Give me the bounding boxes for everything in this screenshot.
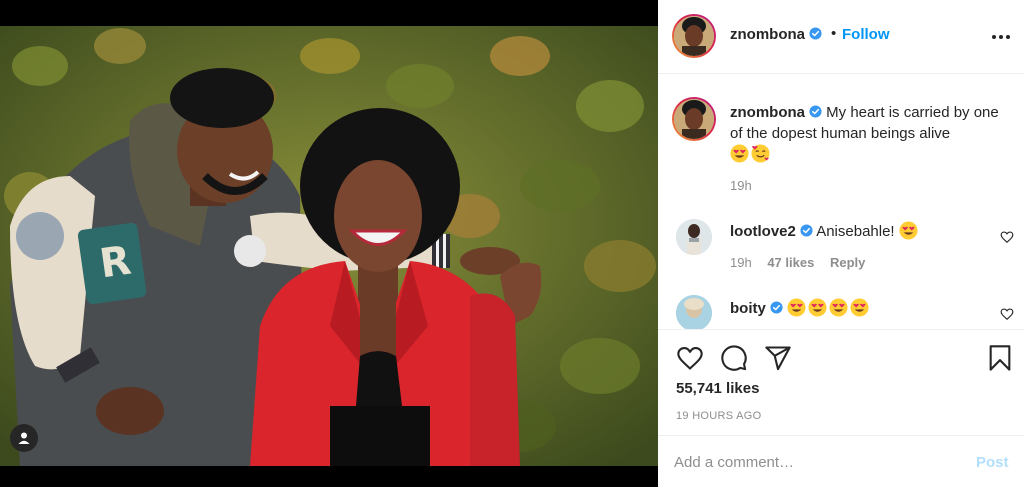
heart-eyes-emoji-icon	[899, 221, 918, 240]
verified-badge-icon	[800, 224, 813, 237]
user-tag-icon	[18, 432, 30, 444]
comment-avatar[interactable]	[676, 219, 712, 255]
avatar-image	[674, 16, 714, 56]
save-bookmark-icon[interactable]	[986, 344, 1014, 372]
comment-meta: 19h 47 likes Reply	[730, 255, 877, 270]
smiling-face-with-hearts-emoji-icon	[751, 144, 770, 163]
comment-body: Anisebahle!	[816, 223, 895, 240]
comment-icon[interactable]	[720, 344, 748, 372]
caption: znombona My heart is carried by one of t…	[730, 102, 1010, 165]
post-timestamp[interactable]: 19 HOURS AGO	[676, 410, 762, 422]
verified-badge-icon	[809, 105, 822, 118]
svg-text:R: R	[97, 238, 134, 288]
heart-eyes-emoji-icon	[808, 298, 827, 317]
comment-emoji-row	[787, 298, 871, 317]
share-icon[interactable]	[764, 344, 792, 372]
comment-likes[interactable]: 47 likes	[767, 255, 814, 270]
verified-badge-icon	[770, 301, 783, 314]
avatar-image	[674, 99, 714, 139]
like-comment-heart-icon[interactable]	[1000, 230, 1014, 244]
heart-eyes-emoji-icon	[829, 298, 848, 317]
comment-input[interactable]	[674, 450, 954, 474]
like-comment-heart-icon[interactable]	[1000, 307, 1014, 321]
comment-username[interactable]: boity	[730, 300, 766, 317]
comment-username[interactable]: lootlove2	[730, 223, 796, 240]
comment-text: lootlove2 Anisebahle!	[730, 221, 920, 240]
likes-count[interactable]: 55,741 likes	[676, 380, 759, 397]
post-photo-area: R	[0, 0, 658, 487]
comment-text: boity	[730, 298, 871, 317]
caption-avatar[interactable]	[672, 97, 716, 141]
header-username[interactable]: znombona	[730, 26, 822, 43]
post-photo[interactable]: R	[0, 26, 658, 466]
caption-time[interactable]: 19h	[730, 178, 752, 193]
reply-button[interactable]: Reply	[830, 255, 865, 270]
post-actions: 55,741 likes 19 HOURS AGO	[658, 329, 1024, 435]
header-separator: •	[831, 25, 837, 42]
caption-username[interactable]: znombona	[730, 104, 805, 121]
post-header: znombona • Follow	[658, 0, 1024, 74]
more-options-icon[interactable]	[990, 27, 1012, 47]
post-side-panel: znombona • Follow znombona My heart is c…	[658, 0, 1024, 487]
follow-button[interactable]: Follow	[842, 26, 890, 43]
heart-eyes-emoji-icon	[730, 144, 749, 163]
comments-section[interactable]: znombona My heart is carried by one of t…	[658, 75, 1024, 329]
heart-eyes-emoji-icon	[850, 298, 869, 317]
comment-time[interactable]: 19h	[730, 255, 752, 270]
photo-illustration: R	[0, 26, 658, 466]
comment-avatar[interactable]	[676, 295, 712, 329]
verified-badge-icon	[809, 27, 822, 40]
header-avatar[interactable]	[672, 14, 716, 58]
user-tag-button[interactable]	[10, 424, 38, 452]
add-comment-bar: Post	[658, 435, 1024, 487]
post-comment-button[interactable]: Post	[976, 454, 1009, 471]
heart-eyes-emoji-icon	[787, 298, 806, 317]
heart-icon[interactable]	[676, 344, 704, 372]
